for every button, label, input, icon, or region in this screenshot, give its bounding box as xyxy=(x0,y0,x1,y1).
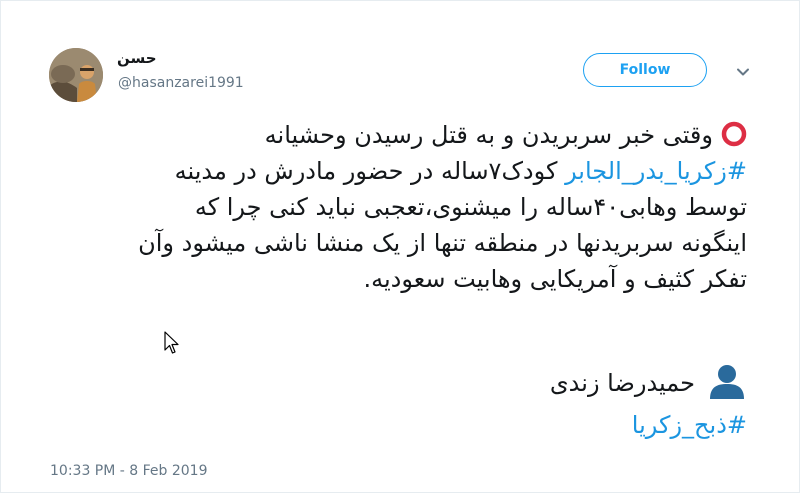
tweet-line-text: اینگونه سربریدنها در منطقه تنها از یک من… xyxy=(138,229,747,257)
tweet-line: تفکر کثیف و آمریکایی وهابیت سعودیه. xyxy=(47,261,748,297)
tweet-line-text: تفکر کثیف و آمریکایی وهابیت سعودیه. xyxy=(363,265,748,293)
red-circle-icon xyxy=(721,121,747,147)
avatar-image xyxy=(49,48,103,102)
tweet-line-text: کودک۷ساله در حضور مادرش در مدینه xyxy=(174,157,566,185)
mouse-cursor-icon xyxy=(164,331,179,354)
signature-name: حمیدرضا زندی xyxy=(549,369,695,397)
chevron-down-icon[interactable] xyxy=(734,63,752,81)
tweet-line-text: توسط وهابی۴۰ساله را میشنوی،تعجبی نباید ک… xyxy=(194,193,747,221)
tweet-text: وقتی خبر سربریدن و به قتل رسیدن وحشیانه … xyxy=(47,117,747,297)
hashtag-link[interactable]: #زکریا_بدر_الجابر xyxy=(565,157,747,185)
author-display-name[interactable]: حسن xyxy=(117,49,157,67)
tweet-line: اینگونه سربریدنها در منطقه تنها از یک من… xyxy=(47,225,747,261)
avatar[interactable] xyxy=(49,48,103,102)
tweet-line: #زکریا_بدر_الجابر کودک۷ساله در حضور مادر… xyxy=(47,153,747,189)
tweet-line: توسط وهابی۴۰ساله را میشنوی،تعجبی نباید ک… xyxy=(47,189,747,225)
tweet-line: وقتی خبر سربریدن و به قتل رسیدن وحشیانه xyxy=(47,117,747,153)
signature-line: حمیدرضا زندی xyxy=(549,365,747,399)
signature-block: حمیدرضا زندی #ذبح_زکریا xyxy=(47,363,747,443)
tweet-line-text: وقتی خبر سربریدن و به قتل رسیدن وحشیانه xyxy=(264,121,713,149)
author-handle[interactable]: @hasanzarei1991 xyxy=(118,75,244,91)
follow-button[interactable]: Follow xyxy=(583,53,707,87)
person-icon xyxy=(710,365,744,399)
closing-hashtag-link[interactable]: #ذبح_زکریا xyxy=(47,407,747,443)
tweet-card: حسن @hasanzarei1991 Follow وقتی خبر سربر… xyxy=(0,0,800,493)
tweet-timestamp[interactable]: 10:33 PM - 8 Feb 2019 xyxy=(50,463,208,479)
